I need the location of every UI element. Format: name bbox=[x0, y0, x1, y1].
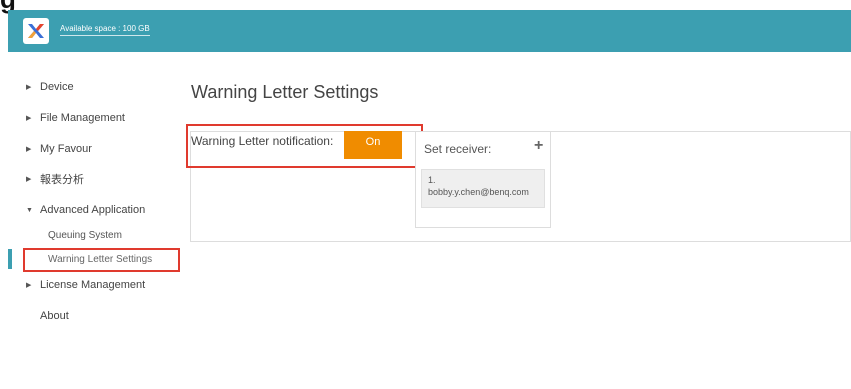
sidebar-item-license-management[interactable]: ▶ License Management bbox=[0, 274, 185, 296]
receiver-panel: Set receiver: + 1. bobby.y.chen@benq.com bbox=[415, 131, 551, 228]
sidebar-item-advanced-application[interactable]: ▼ Advanced Application bbox=[0, 199, 185, 221]
receiver-email: bobby.y.chen@benq.com bbox=[428, 187, 529, 197]
sidebar-item-label: My Favour bbox=[40, 143, 92, 155]
sidebar-item-about[interactable]: About bbox=[0, 305, 185, 327]
available-space-label: Available space : 100 GB bbox=[60, 24, 150, 36]
sidebar-item-my-favour[interactable]: ▶ My Favour bbox=[0, 138, 185, 160]
app-logo-icon[interactable] bbox=[23, 18, 49, 44]
caret-right-icon: ▶ bbox=[26, 115, 32, 122]
sidebar-item-report-analysis[interactable]: ▶ 報表分析 bbox=[0, 168, 185, 190]
receiver-label: Set receiver: bbox=[424, 142, 492, 156]
sidebar-item-label: About bbox=[40, 310, 69, 322]
sidebar-subitem-queuing-system[interactable]: Queuing System bbox=[0, 225, 185, 245]
top-bar: Available space : 100 GB bbox=[8, 10, 851, 52]
caret-right-icon: ▶ bbox=[26, 146, 32, 153]
caret-right-icon: ▶ bbox=[26, 282, 32, 289]
sidebar: ▶ Device ▶ File Management ▶ My Favour ▶… bbox=[0, 52, 185, 389]
caret-down-icon: ▼ bbox=[26, 206, 33, 214]
receiver-index: 1. bbox=[428, 175, 436, 185]
sidebar-item-file-management[interactable]: ▶ File Management bbox=[0, 107, 185, 129]
sidebar-item-label: File Management bbox=[40, 112, 125, 124]
sidebar-subitem-label: Queuing System bbox=[48, 229, 122, 241]
sidebar-item-label: Advanced Application bbox=[40, 204, 146, 216]
caret-right-icon: ▶ bbox=[26, 84, 32, 91]
sidebar-item-label: 報表分析 bbox=[40, 174, 84, 186]
highlight-box-sidebar bbox=[23, 248, 180, 272]
caret-right-icon: ▶ bbox=[26, 176, 32, 183]
active-indicator bbox=[8, 249, 12, 269]
receiver-list-item[interactable]: 1. bobby.y.chen@benq.com bbox=[421, 169, 545, 208]
sidebar-item-label: License Management bbox=[40, 279, 146, 291]
sidebar-item-device[interactable]: ▶ Device bbox=[0, 76, 185, 98]
add-receiver-button[interactable]: + bbox=[534, 137, 543, 155]
page-title: Warning Letter Settings bbox=[191, 82, 379, 102]
highlight-box-notification bbox=[186, 124, 423, 168]
sidebar-item-label: Device bbox=[40, 81, 74, 93]
